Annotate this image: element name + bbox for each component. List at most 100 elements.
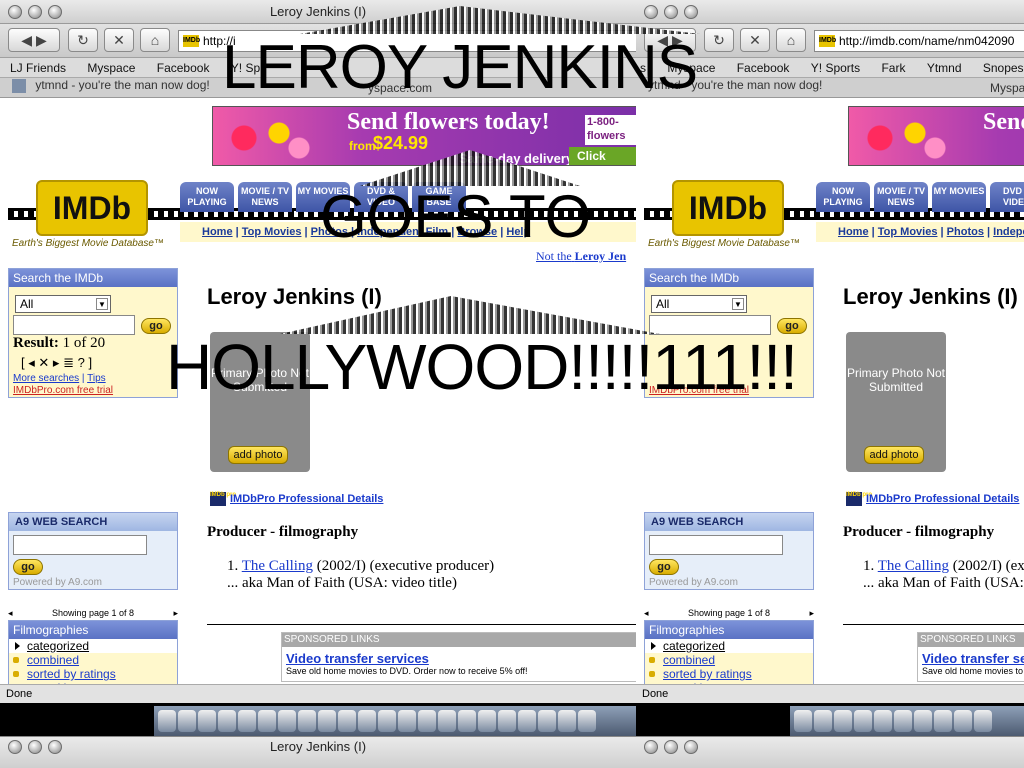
filmography-link[interactable]: sorted by ratings [645,667,813,681]
imdbpro-details-link[interactable]: IMDb proIMDbPro Professional Details [846,492,1019,506]
stop-icon[interactable]: ✕ [104,28,134,52]
tab-game-base[interactable]: GAME BASE [412,182,466,212]
sponsored-link[interactable]: Video transfer services [282,647,636,666]
dock-app-icon[interactable] [338,710,356,732]
dock-app-icon[interactable] [418,710,436,732]
tab-now-playing[interactable]: NOW PLAYING [816,182,870,212]
bookmark[interactable]: Fark [871,58,913,75]
dock-app-icon[interactable] [578,710,596,732]
imdbpro-trial-link[interactable]: IMDbPro.com free trial [649,385,749,396]
list-icon[interactable]: ≣ [63,355,74,370]
dock-app-icon[interactable] [398,710,416,732]
home-icon[interactable]: ⌂ [776,28,806,52]
address-bar[interactable]: IMDb http://imdb.com/name/nm042090 [814,30,1024,52]
dock-app-icon[interactable] [278,710,296,732]
bookmark[interactable]: Facebook [147,58,218,75]
tab-ytmnd[interactable]: ytmnd - you're the man now dog! [35,78,209,92]
film-title-link[interactable]: The Calling [242,558,313,574]
close-icon[interactable]: ✕ [38,355,49,370]
tab-movie-tv-news[interactable]: MOVIE / TV NEWS [238,182,292,212]
tab-my-movies[interactable]: MY MOVIES [932,182,986,212]
bookmark[interactable]: Y! Sp [221,58,268,75]
reload-icon[interactable]: ↻ [68,28,98,52]
tab-myspace[interactable]: yspace.com [368,81,432,95]
tips-link[interactable]: Tips [87,373,106,384]
more-searches-link[interactable]: More searches [13,373,79,384]
home-icon[interactable]: ⌂ [140,28,170,52]
link-top-movies[interactable]: Top Movies [242,226,302,238]
dock-app-icon[interactable] [198,710,216,732]
web-search-input[interactable] [649,535,783,555]
back-forward-button[interactable]: ◀ ▶ [644,28,696,52]
next-icon[interactable]: ▸ [53,355,60,370]
tab-myspace[interactable]: Myspa [990,81,1024,95]
tab-ytmnd[interactable]: ytmnd - you're the man now dog! [636,78,822,92]
link-help[interactable]: Help [506,226,530,238]
add-photo-button[interactable]: add photo [864,446,924,464]
close-window-button[interactable] [644,740,658,754]
dock-app-icon[interactable] [298,710,316,732]
stop-icon[interactable]: ✕ [740,28,770,52]
tab-now-playing[interactable]: NOW PLAYING [180,182,234,212]
close-window-button[interactable] [644,5,658,19]
dock-app-icon[interactable] [814,710,832,732]
zoom-window-button[interactable] [684,740,698,754]
tab-movie-tv-news[interactable]: MOVIE / TV NEWS [874,182,928,212]
dock-app-icon[interactable] [914,710,932,732]
dock-app-icon[interactable] [834,710,852,732]
bookmark[interactable]: Snopes [973,58,1024,75]
dock-app-icon[interactable] [478,710,496,732]
add-photo-button[interactable]: add photo [228,446,288,464]
web-search-input[interactable] [13,535,147,555]
prev-page-icon[interactable]: ◂ [644,608,649,619]
link-browse[interactable]: Browse [457,226,497,238]
dock-app-icon[interactable] [894,710,912,732]
link-independent-film[interactable]: Independent Film [993,226,1024,238]
dock-app-icon[interactable] [378,710,396,732]
dock-app-icon[interactable] [258,710,276,732]
link-independent-film[interactable]: Independent Film [357,226,448,238]
link-home[interactable]: Home [838,226,869,238]
filmography-link[interactable]: sorted by ratings [9,667,177,681]
prev-page-icon[interactable]: ◂ [8,608,13,619]
dock-app-icon[interactable] [974,710,992,732]
dock-app-icon[interactable] [794,710,812,732]
back-forward-button[interactable]: ◀ ▶ [8,28,60,52]
search-go-button[interactable]: go [777,318,807,334]
flowers-ad-banner[interactable]: Send flowers today! from $24.99 Same-day… [212,106,636,166]
web-search-go-button[interactable]: go [649,559,679,575]
bookmark[interactable]: Facebook [727,58,798,75]
bookmark[interactable]: s [636,58,654,75]
bookmark[interactable]: Y! Sports [801,58,868,75]
address-bar[interactable]: IMDb http://i [178,30,636,52]
link-photos[interactable]: Photos [947,226,984,238]
link-photos[interactable]: Photos [311,226,348,238]
imdbpro-trial-link[interactable]: IMDbPro.com free trial [13,385,113,396]
flowers-ad-banner[interactable]: Send flowers today! [848,106,1024,166]
dock-app-icon[interactable] [178,710,196,732]
ad-click-button[interactable]: Click [569,147,636,165]
dock-app-icon[interactable] [954,710,972,732]
filmography-link[interactable]: categorized [645,639,813,653]
dock-app-icon[interactable] [854,710,872,732]
filmography-link[interactable]: combined [645,653,813,667]
help-icon[interactable]: ? [78,355,85,370]
dock-app-icon[interactable] [218,710,236,732]
dock-app-icon[interactable] [498,710,516,732]
dock-app-icon[interactable] [158,710,176,732]
filmography-link[interactable]: combined [9,653,177,667]
tab-dvd-video[interactable]: DVD & VIDEO [990,182,1024,212]
search-input[interactable] [649,315,771,335]
title-bar[interactable] [636,0,1024,24]
search-input[interactable] [13,315,135,335]
tab-dvd-video[interactable]: DVD & VIDEO [354,182,408,212]
zoom-window-button[interactable] [684,5,698,19]
bookmark[interactable]: LJ Friends [0,58,74,75]
imdb-logo[interactable]: IMDb [672,180,784,236]
film-title-link[interactable]: The Calling [878,558,949,574]
reload-icon[interactable]: ↻ [704,28,734,52]
dock-app-icon[interactable] [458,710,476,732]
sponsored-link[interactable]: Video transfer services [918,647,1024,666]
dock-app-icon[interactable] [874,710,892,732]
tab-my-movies[interactable]: MY MOVIES [296,182,350,212]
